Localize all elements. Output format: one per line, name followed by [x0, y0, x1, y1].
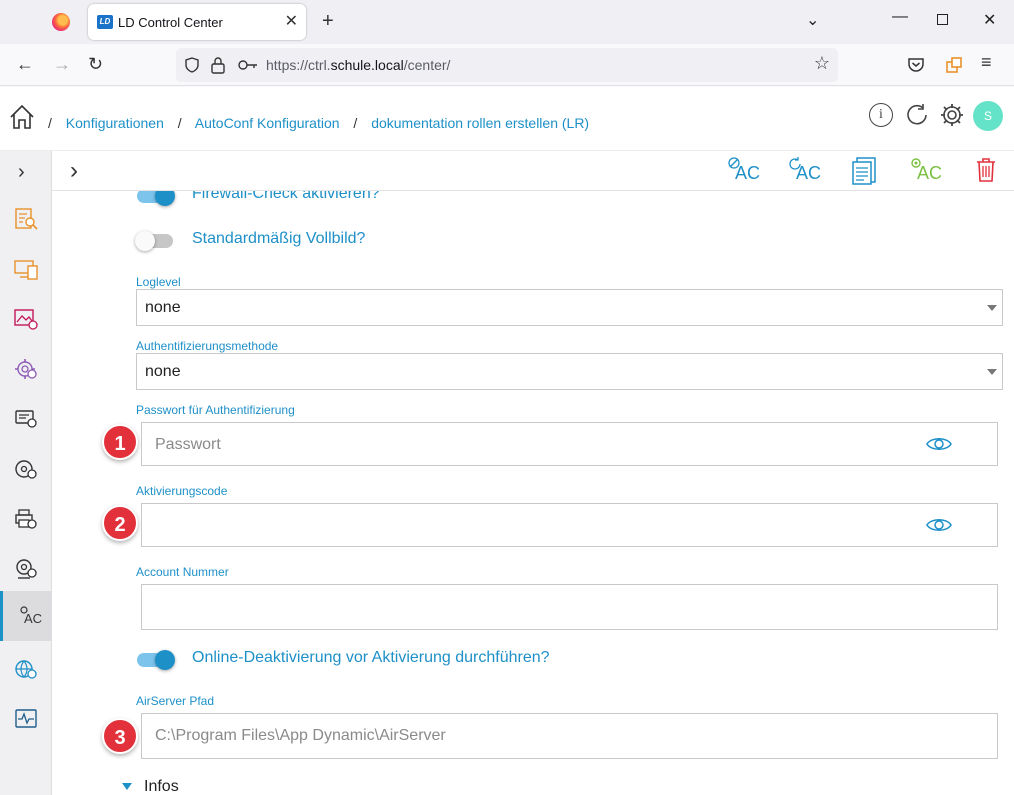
loglevel-label: Loglevel: [136, 275, 181, 289]
breadcrumb-autoconf[interactable]: AutoConf Konfiguration: [195, 115, 340, 131]
caret-down-icon: [987, 369, 997, 375]
gear-settings-icon: [15, 359, 37, 379]
minimize-icon[interactable]: —: [892, 8, 908, 26]
deactivation-toggle[interactable]: [137, 650, 175, 670]
key-icon[interactable]: [238, 59, 258, 71]
forward-arrow-icon[interactable]: →: [53, 54, 71, 75]
sidebar-item-search-list[interactable]: [0, 196, 52, 244]
browser-nav-bar: ← → ↻ https://ctrl.schule.local/center/ …: [0, 44, 1014, 86]
firewall-toggle-label: Firewall-Check aktivieren?: [192, 191, 380, 202]
camera-settings-icon: [16, 559, 37, 579]
breadcrumb-separator: /: [177, 115, 182, 131]
content-toolbar: › AC AC AC: [52, 151, 1014, 191]
avatar[interactable]: S: [973, 101, 1003, 131]
devices-icon: [14, 260, 38, 280]
airserver-path-label: AirServer Pfad: [136, 694, 215, 708]
browser-tab[interactable]: LD LD Control Center ✕: [88, 4, 306, 40]
search-list-icon: [15, 208, 38, 230]
chevron-right-icon[interactable]: ›: [70, 157, 78, 185]
eye-icon[interactable]: [926, 435, 952, 453]
sidebar-item-disc-settings[interactable]: [0, 446, 52, 494]
account-number-label: Account Nummer: [136, 565, 229, 579]
infos-label: Infos: [144, 778, 179, 795]
password-input[interactable]: Passwort: [141, 422, 998, 466]
back-arrow-icon[interactable]: ←: [16, 54, 34, 75]
sidebar: › AC: [0, 151, 52, 795]
auth-method-value: none: [145, 363, 181, 380]
fullscreen-toggle-label: Standardmäßig Vollbild?: [192, 230, 366, 247]
account-number-input[interactable]: [141, 584, 998, 630]
disc-settings-icon: [15, 460, 37, 479]
autoconf-icon: AC: [24, 611, 43, 626]
loglevel-value: none: [145, 299, 181, 316]
breadcrumb-konfigurationen[interactable]: Konfigurationen: [66, 115, 164, 131]
deactivation-toggle-label: Online-Deaktivierung vor Aktivierung dur…: [192, 649, 550, 666]
sidebar-item-device-settings[interactable]: [0, 396, 52, 444]
caret-down-icon: [122, 783, 132, 791]
sidebar-item-devices[interactable]: [0, 246, 52, 294]
close-tab-icon[interactable]: ✕: [285, 11, 298, 31]
image-settings-icon: [14, 309, 38, 330]
gear-icon[interactable]: [939, 102, 965, 128]
new-tab-icon[interactable]: +: [322, 10, 334, 33]
url-text[interactable]: https://ctrl.schule.local/center/: [266, 57, 450, 73]
sidebar-item-images[interactable]: [0, 296, 52, 344]
firefox-logo-icon[interactable]: [52, 13, 70, 31]
breadcrumb-current-config[interactable]: dokumentation rollen erstellen (LR): [371, 115, 589, 131]
password-placeholder: Passwort: [155, 436, 221, 453]
app-header: / Konfigurationen / AutoConf Konfigurati…: [0, 87, 1014, 151]
window-close-icon[interactable]: ✕: [983, 10, 996, 30]
url-bar[interactable]: https://ctrl.schule.local/center/ ☆: [176, 48, 838, 82]
ld-favicon-icon: LD: [97, 15, 113, 29]
loglevel-select[interactable]: none: [136, 289, 1003, 326]
auth-method-select[interactable]: none: [136, 353, 1003, 390]
sidebar-item-printer-settings[interactable]: [0, 496, 52, 544]
maximize-icon[interactable]: [937, 14, 948, 25]
caret-down-icon: [987, 305, 997, 311]
device-settings-icon: [15, 410, 37, 428]
sidebar-item-camera-settings[interactable]: [0, 546, 52, 594]
breadcrumb: / Konfigurationen / AutoConf Konfigurati…: [48, 115, 599, 131]
sidebar-item-settings[interactable]: [0, 346, 52, 394]
delete-trash-icon[interactable]: [975, 157, 997, 183]
network-settings-icon: [15, 660, 37, 679]
infos-section-toggle[interactable]: Infos: [122, 778, 179, 795]
monitor-icon: [15, 709, 37, 728]
airserver-path-value: C:\Program Files\App Dynamic\AirServer: [155, 727, 446, 744]
bookmark-star-icon[interactable]: ☆: [814, 53, 830, 74]
callout-badge-2: 2: [102, 505, 138, 541]
chevron-right-icon: ›: [18, 161, 25, 183]
hamburger-menu-icon[interactable]: ≡: [981, 52, 992, 73]
airserver-path-input[interactable]: C:\Program Files\App Dynamic\AirServer: [141, 713, 998, 759]
home-icon[interactable]: [9, 104, 35, 130]
breadcrumb-separator: /: [353, 115, 358, 131]
tab-title: LD Control Center: [118, 15, 223, 30]
callout-badge-3: 3: [102, 718, 138, 754]
printer-settings-icon: [15, 509, 37, 529]
refresh-icon[interactable]: [904, 102, 930, 128]
firewall-toggle[interactable]: [137, 191, 175, 206]
lock-icon[interactable]: [210, 56, 226, 74]
reload-icon[interactable]: ↻: [88, 54, 103, 75]
copy-document-icon[interactable]: [851, 156, 879, 186]
password-label: Passwort für Authentifizierung: [136, 403, 295, 417]
extensions-icon[interactable]: [945, 56, 963, 74]
eye-icon[interactable]: [926, 516, 952, 534]
browser-tab-bar: LD LD Control Center ✕ + ⌄ — ✕: [0, 0, 1014, 44]
breadcrumb-separator: /: [48, 115, 52, 131]
fullscreen-toggle[interactable]: [135, 231, 173, 251]
callout-badge-1: 1: [102, 424, 138, 460]
sidebar-item-monitor[interactable]: [0, 696, 52, 744]
activation-code-label: Aktivierungscode: [136, 484, 228, 498]
pocket-icon[interactable]: [907, 57, 925, 73]
shield-icon[interactable]: [184, 57, 200, 73]
auth-method-label: Authentifizierungsmethode: [136, 339, 279, 353]
sidebar-item-network-settings[interactable]: [0, 646, 52, 694]
sidebar-item-autoconf[interactable]: AC: [0, 591, 52, 641]
info-icon[interactable]: i: [869, 103, 893, 127]
sidebar-expand[interactable]: ›: [0, 151, 52, 199]
activation-code-input[interactable]: [141, 503, 998, 547]
config-form: Firewall-Check aktivieren? Standardmäßig…: [52, 191, 1014, 795]
tab-list-chevron-icon[interactable]: ⌄: [806, 10, 819, 30]
